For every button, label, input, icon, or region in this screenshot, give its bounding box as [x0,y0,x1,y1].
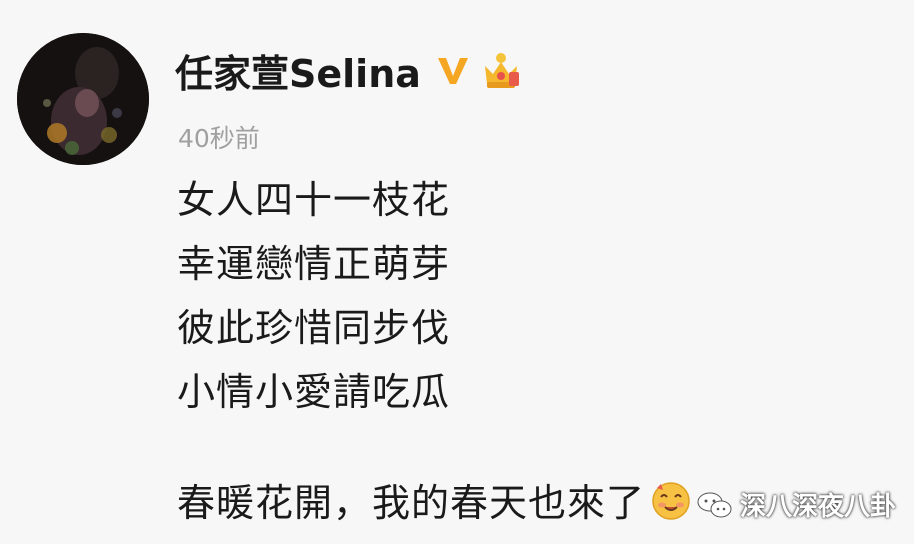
wechat-icon [696,490,734,520]
crown-member-icon[interactable] [479,48,523,92]
username[interactable]: 任家萱Selina [175,43,421,98]
post-line: 彼此珍惜同步伐 [177,306,451,350]
avatar-image [17,33,149,165]
post-content: 女人四十一枝花 幸運戀情正萌芽 彼此珍惜同步伐 小情小愛請吃瓜 [177,168,450,424]
verified-v-icon [435,52,471,88]
post-line: 小情小愛請吃瓜 [177,370,451,414]
post-line: 女人四十一枝花 [177,178,451,222]
watermark: 深八深夜八卦 [696,486,896,523]
post-timestamp: 40秒前 [178,124,260,153]
post-line: 幸運戀情正萌芽 [177,242,451,286]
weibo-post: 任家萱Selina 40秒前 女人四十一枝花 幸運戀情正萌芽 彼此珍惜同步伐 小… [0,0,914,544]
smiling-face-emoji-icon [649,478,693,522]
name-row: 任家萱Selina [175,42,523,98]
post-last-line: 春暖花開，我的春天也來了 [177,472,693,527]
user-avatar[interactable] [17,33,149,165]
watermark-text: 深八深夜八卦 [739,492,896,522]
post-line: 春暖花開，我的春天也來了 [177,481,646,525]
